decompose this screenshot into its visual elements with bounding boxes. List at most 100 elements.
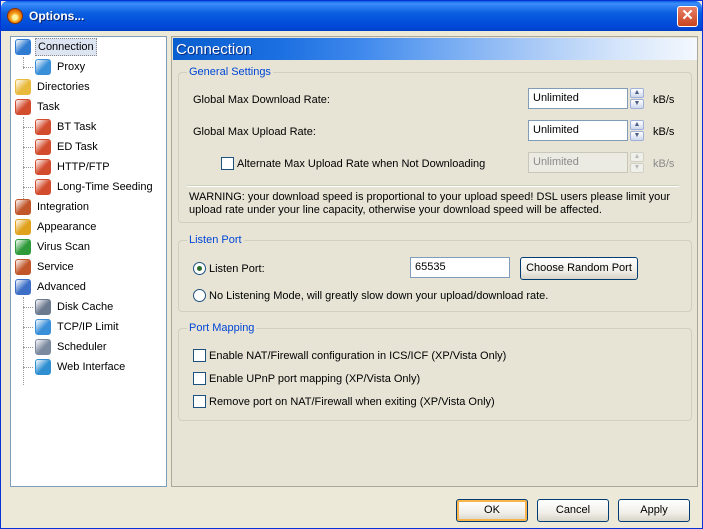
nat-config-label: Enable NAT/Firewall configuration in ICS… (209, 350, 507, 362)
spin-up-icon[interactable]: ▲ (630, 120, 644, 130)
alternate-rate-field[interactable]: Unlimited (528, 152, 628, 173)
tree-item-virus-scan[interactable]: Virus Scan (15, 238, 161, 256)
tree-item-label: TCP/IP Limit (57, 321, 119, 333)
remove-port-checkbox[interactable] (193, 395, 206, 408)
tree-item-directories[interactable]: Directories (15, 78, 161, 96)
tree-item-service[interactable]: Service (15, 258, 161, 276)
tree-item-label: Proxy (57, 61, 86, 73)
listen-port-radio[interactable] (193, 262, 206, 275)
tree-item-http-ftp[interactable]: HTTP/FTP (23, 158, 161, 176)
settings-panel: Connection General Settings Global Max D… (171, 36, 698, 487)
tree-item-label: Web Interface (57, 361, 126, 373)
apply-button[interactable]: Apply (618, 499, 690, 522)
tree-item-label: Virus Scan (37, 241, 90, 253)
tree-connector (23, 117, 24, 205)
no-listening-radio[interactable] (193, 289, 206, 302)
options-tree[interactable]: Connection Proxy Directories Task BT Task ED … (10, 36, 167, 487)
listen-port-field[interactable]: 65535 (410, 257, 510, 278)
tree-item-appearance[interactable]: Appearance (15, 218, 161, 236)
spin-down-icon[interactable]: ▼ (630, 131, 644, 141)
alternate-rate-label: Alternate Max Upload Rate when Not Downl… (237, 158, 486, 170)
tree-item-connection[interactable]: Connection (15, 38, 161, 56)
upnp-label: Enable UPnP port mapping (XP/Vista Only) (209, 373, 421, 385)
service-icon (15, 259, 31, 275)
alternate-unit-label: kB/s (653, 158, 675, 170)
tree-connector (23, 187, 33, 188)
choose-random-port-button[interactable]: Choose Random Port (520, 257, 638, 280)
spin-up-icon[interactable]: ▲ (630, 152, 644, 162)
tree-item-bt-task[interactable]: BT Task (23, 118, 161, 136)
panel-header: Connection (173, 38, 697, 60)
listen-port-title: Listen Port (187, 234, 244, 246)
title-bar[interactable]: Options... ✕ (1, 1, 702, 31)
general-separator (187, 185, 679, 187)
general-settings-group: General Settings Global Max Download Rat… (178, 66, 692, 223)
shield-icon (15, 239, 31, 255)
task-icon (15, 99, 31, 115)
tree-item-label: Appearance (37, 221, 97, 233)
folder-icon (15, 79, 31, 95)
tcpip-icon (35, 319, 51, 335)
tree-item-integration[interactable]: Integration (15, 198, 161, 216)
tree-item-disk-cache[interactable]: Disk Cache (23, 298, 161, 316)
ok-button[interactable]: OK (456, 499, 528, 522)
remove-port-label: Remove port on NAT/Firewall when exiting… (209, 396, 495, 408)
scheduler-icon (35, 339, 51, 355)
tree-connector (23, 147, 33, 148)
tree-connector (23, 347, 33, 348)
tree-connector (23, 127, 33, 128)
cancel-button[interactable]: Cancel (537, 499, 609, 522)
close-button[interactable]: ✕ (677, 6, 698, 27)
port-mapping-group: Port Mapping Enable NAT/Firewall configu… (178, 322, 692, 421)
options-dialog: Options... ✕ Connection Proxy Directories T… (0, 0, 703, 529)
tree-item-label: BT Task (57, 121, 97, 133)
no-listening-label: No Listening Mode, will greatly slow dow… (209, 290, 549, 302)
appearance-icon (15, 219, 31, 235)
nat-config-checkbox[interactable] (193, 349, 206, 362)
port-mapping-title: Port Mapping (187, 322, 257, 334)
tree-item-task[interactable]: Task (15, 98, 161, 116)
tree-connector (23, 167, 33, 168)
globe-icon (35, 359, 51, 375)
tree-connector (23, 307, 33, 308)
alternate-rate-spinner[interactable]: ▲ ▼ (630, 152, 644, 173)
advanced-icon (15, 279, 31, 295)
tree-item-long-time-seeding[interactable]: Long-Time Seeding (23, 178, 161, 196)
upload-rate-spinner[interactable]: ▲ ▼ (630, 120, 644, 141)
tree-item-web-interface[interactable]: Web Interface (23, 358, 161, 376)
tree-item-proxy[interactable]: Proxy (23, 58, 161, 76)
upnp-checkbox[interactable] (193, 372, 206, 385)
listen-port-label: Listen Port: (209, 263, 265, 275)
integration-icon (15, 199, 31, 215)
window-title: Options... (29, 9, 85, 23)
tree-item-label: Long-Time Seeding (57, 181, 153, 193)
alternate-rate-checkbox[interactable] (221, 157, 234, 170)
ed-task-icon (35, 139, 51, 155)
tree-item-label: ED Task (57, 141, 98, 153)
warning-text: WARNING: your download speed is proporti… (189, 191, 670, 216)
upload-unit-label: kB/s (653, 126, 675, 138)
download-rate-field[interactable]: Unlimited (528, 88, 628, 109)
spin-down-icon[interactable]: ▼ (630, 163, 644, 173)
upload-rate-field[interactable]: Unlimited (528, 120, 628, 141)
tree-item-scheduler[interactable]: Scheduler (23, 338, 161, 356)
upload-rate-label: Global Max Upload Rate: (193, 126, 316, 138)
tree-item-label: Service (37, 261, 74, 273)
tree-item-advanced[interactable]: Advanced (15, 278, 161, 296)
download-rate-label: Global Max Download Rate: (193, 94, 330, 106)
tree-item-tcp-ip-limit[interactable]: TCP/IP Limit (23, 318, 161, 336)
listen-port-group: Listen Port Listen Port: 65535 Choose Ra… (178, 234, 692, 312)
spin-up-icon[interactable]: ▲ (630, 88, 644, 98)
download-rate-spinner[interactable]: ▲ ▼ (630, 88, 644, 109)
panel-title: Connection (176, 41, 252, 58)
tree-item-label: Advanced (37, 281, 86, 293)
tree-item-label: Scheduler (57, 341, 107, 353)
tree-item-label: Integration (37, 201, 89, 213)
tree-connector (23, 67, 33, 68)
bt-task-icon (35, 119, 51, 135)
tree-item-label: Disk Cache (57, 301, 114, 313)
tree-item-ed-task[interactable]: ED Task (23, 138, 161, 156)
tree-item-label: Task (37, 101, 60, 113)
spin-down-icon[interactable]: ▼ (630, 99, 644, 109)
tree-item-label: HTTP/FTP (57, 161, 110, 173)
